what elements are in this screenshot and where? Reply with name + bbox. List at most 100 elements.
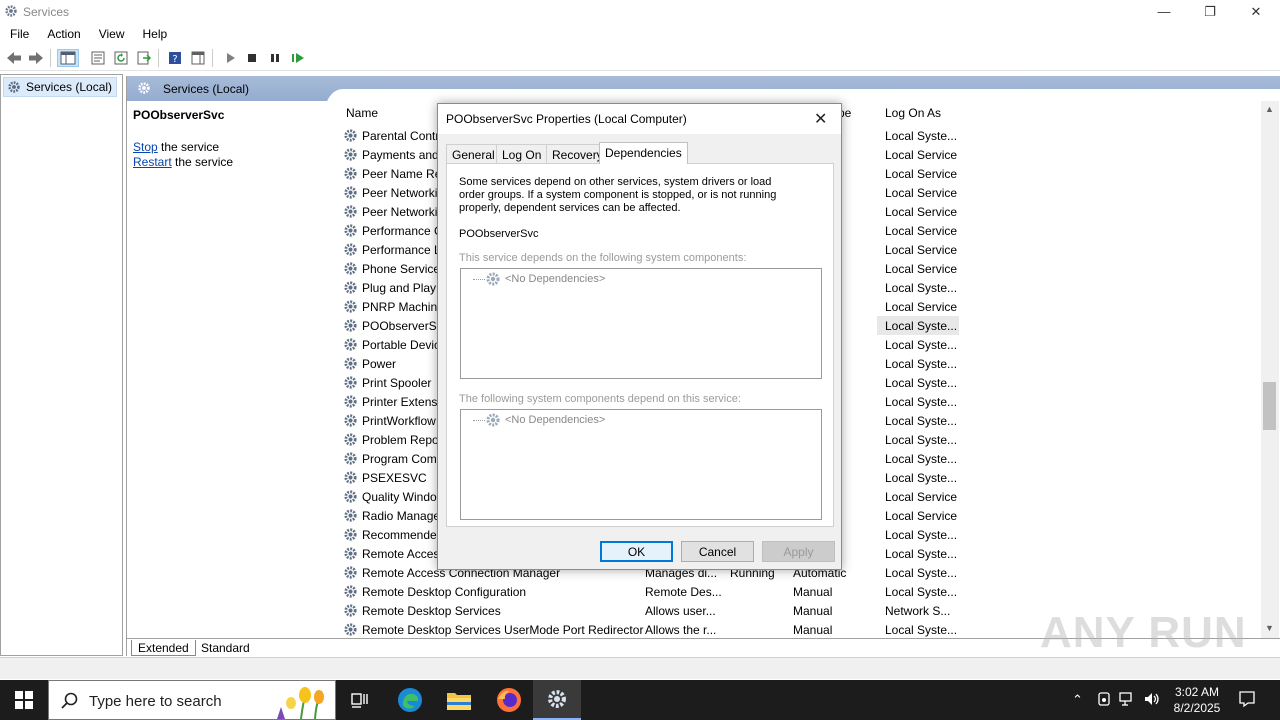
service-log-on-as: Local Service	[885, 243, 958, 257]
window-title: Services	[23, 5, 70, 19]
pane-header: Services (Local)	[127, 76, 1280, 101]
table-row[interactable]: Remote Desktop Configuration Remote Des..…	[336, 582, 1261, 601]
notifications-icon[interactable]	[1238, 690, 1256, 708]
restart-line: Restart the service	[133, 155, 234, 169]
scroll-up-icon[interactable]: ▲	[1265, 104, 1274, 114]
tab-general[interactable]: General	[446, 144, 501, 163]
export-list-icon[interactable]	[135, 49, 153, 67]
stop-link[interactable]: Stop	[133, 140, 158, 154]
file-explorer-icon[interactable]	[435, 680, 483, 720]
service-name: POObserverSvc	[362, 319, 449, 333]
menu-action[interactable]: Action	[37, 23, 88, 44]
close-button[interactable]: ✕	[1233, 0, 1279, 23]
service-log-on-as: Local Syste...	[885, 585, 958, 599]
toolbar-separator	[50, 49, 51, 67]
menu-help[interactable]: Help	[133, 23, 176, 44]
service-name: Print Spooler	[362, 376, 432, 390]
console-tree: Services (Local)	[0, 74, 123, 656]
dialog-title-bar: POObserverSvc Properties (Local Computer…	[438, 104, 841, 134]
help-icon[interactable]: ?	[166, 49, 184, 67]
title-bar: Services — ❐ ✕	[0, 0, 1280, 23]
dialog-service-name: POObserverSvc	[459, 228, 539, 240]
cancel-button[interactable]: Cancel	[681, 541, 754, 562]
service-log-on-as: Local Service	[885, 205, 958, 219]
dependents-label: The following system components depend o…	[459, 393, 741, 405]
services-gear-icon	[138, 82, 150, 94]
tree-item-services-local[interactable]: Services (Local)	[3, 77, 118, 97]
services-taskbar-icon[interactable]	[533, 680, 581, 720]
stop-service-icon[interactable]	[243, 49, 261, 67]
clock-time: 3:02 AM	[1174, 685, 1220, 699]
taskbar-search-box[interactable]: Type here to search	[48, 680, 336, 720]
task-view-icon[interactable]	[336, 680, 384, 720]
search-icon	[61, 692, 78, 709]
service-description: Allows the r...	[645, 623, 717, 637]
back-arrow-icon[interactable]	[5, 49, 23, 67]
console-tree-icon[interactable]	[57, 49, 79, 67]
service-gear-icon	[344, 433, 357, 446]
tab-standard[interactable]: Standard	[195, 640, 256, 656]
service-log-on-as: Local Service	[885, 300, 958, 314]
start-button[interactable]	[0, 680, 48, 720]
ok-button[interactable]: OK	[600, 541, 673, 562]
show-hide-action-pane-icon[interactable]	[189, 49, 207, 67]
show-hidden-icons-icon[interactable]: ⌃	[1072, 692, 1083, 708]
tab-log-on[interactable]: Log On	[496, 144, 548, 163]
tab-dependencies[interactable]: Dependencies	[599, 142, 688, 164]
minimize-button[interactable]: —	[1141, 0, 1187, 23]
pause-service-icon[interactable]	[266, 49, 284, 67]
service-name: Remote Desktop Services	[362, 604, 501, 618]
service-name: Printer Extensi	[362, 395, 441, 409]
dependents-tree[interactable]: <No Dependencies>	[460, 409, 822, 520]
edge-browser-icon[interactable]	[386, 680, 434, 720]
service-log-on-as: Local Service	[885, 490, 958, 504]
restart-service-icon[interactable]	[289, 49, 307, 67]
service-log-on-as: Local Syste...	[885, 395, 958, 409]
menu-view[interactable]: View	[89, 23, 133, 44]
network-icon[interactable]	[1119, 691, 1137, 707]
service-description: Allows user...	[645, 604, 716, 618]
column-header-log-on-as[interactable]: Log On As	[885, 106, 941, 120]
services-gear-icon	[486, 272, 500, 286]
pane-header-label: Services (Local)	[163, 82, 250, 96]
service-log-on-as: Local Syste...	[885, 376, 958, 390]
volume-icon[interactable]	[1143, 691, 1161, 707]
dialog-title: POObserverSvc Properties (Local Computer…	[446, 112, 687, 126]
services-gear-icon	[8, 81, 20, 93]
scrollbar-thumb[interactable]	[1263, 382, 1276, 430]
restart-link[interactable]: Restart	[133, 155, 172, 169]
selected-service-name: POObserverSvc	[133, 108, 225, 122]
service-gear-icon	[344, 528, 357, 541]
properties-dialog: POObserverSvc Properties (Local Computer…	[437, 103, 842, 570]
properties-icon[interactable]	[89, 49, 107, 67]
service-name: Remote Desktop Configuration	[362, 585, 527, 599]
service-log-on-as: Local Syste...	[885, 433, 958, 447]
firefox-icon[interactable]	[485, 680, 533, 720]
forward-arrow-icon[interactable]	[27, 49, 45, 67]
tab-extended[interactable]: Extended	[131, 640, 196, 656]
service-log-on-as: Local Syste...	[885, 528, 958, 542]
service-gear-icon	[344, 452, 357, 465]
stop-line: Stop the service	[133, 140, 220, 154]
dialog-close-icon[interactable]: ✕	[814, 109, 827, 129]
depends-on-tree[interactable]: <No Dependencies>	[460, 268, 822, 379]
start-service-icon[interactable]	[221, 49, 239, 67]
status-bar	[0, 657, 1280, 679]
service-gear-icon	[344, 186, 357, 199]
service-log-on-as: Local Syste...	[885, 357, 958, 371]
service-gear-icon	[344, 357, 357, 370]
network-device-icon[interactable]	[1096, 691, 1112, 707]
refresh-icon[interactable]	[112, 49, 130, 67]
service-log-on-as: Local Syste...	[885, 414, 958, 428]
system-clock[interactable]: 3:02 AM 8/2/2025	[1166, 684, 1228, 716]
column-header-name[interactable]: Name	[346, 106, 378, 120]
vertical-scrollbar[interactable]: ▲ ▼	[1261, 101, 1279, 638]
menu-file[interactable]: File	[0, 23, 37, 44]
apply-button[interactable]: Apply	[762, 541, 835, 562]
service-gear-icon	[344, 604, 357, 617]
restore-button[interactable]: ❐	[1187, 0, 1233, 23]
svg-text:?: ?	[172, 54, 177, 65]
service-name: Portable Devic	[362, 338, 441, 352]
scroll-down-icon[interactable]: ▼	[1265, 623, 1274, 633]
service-gear-icon	[344, 224, 357, 237]
